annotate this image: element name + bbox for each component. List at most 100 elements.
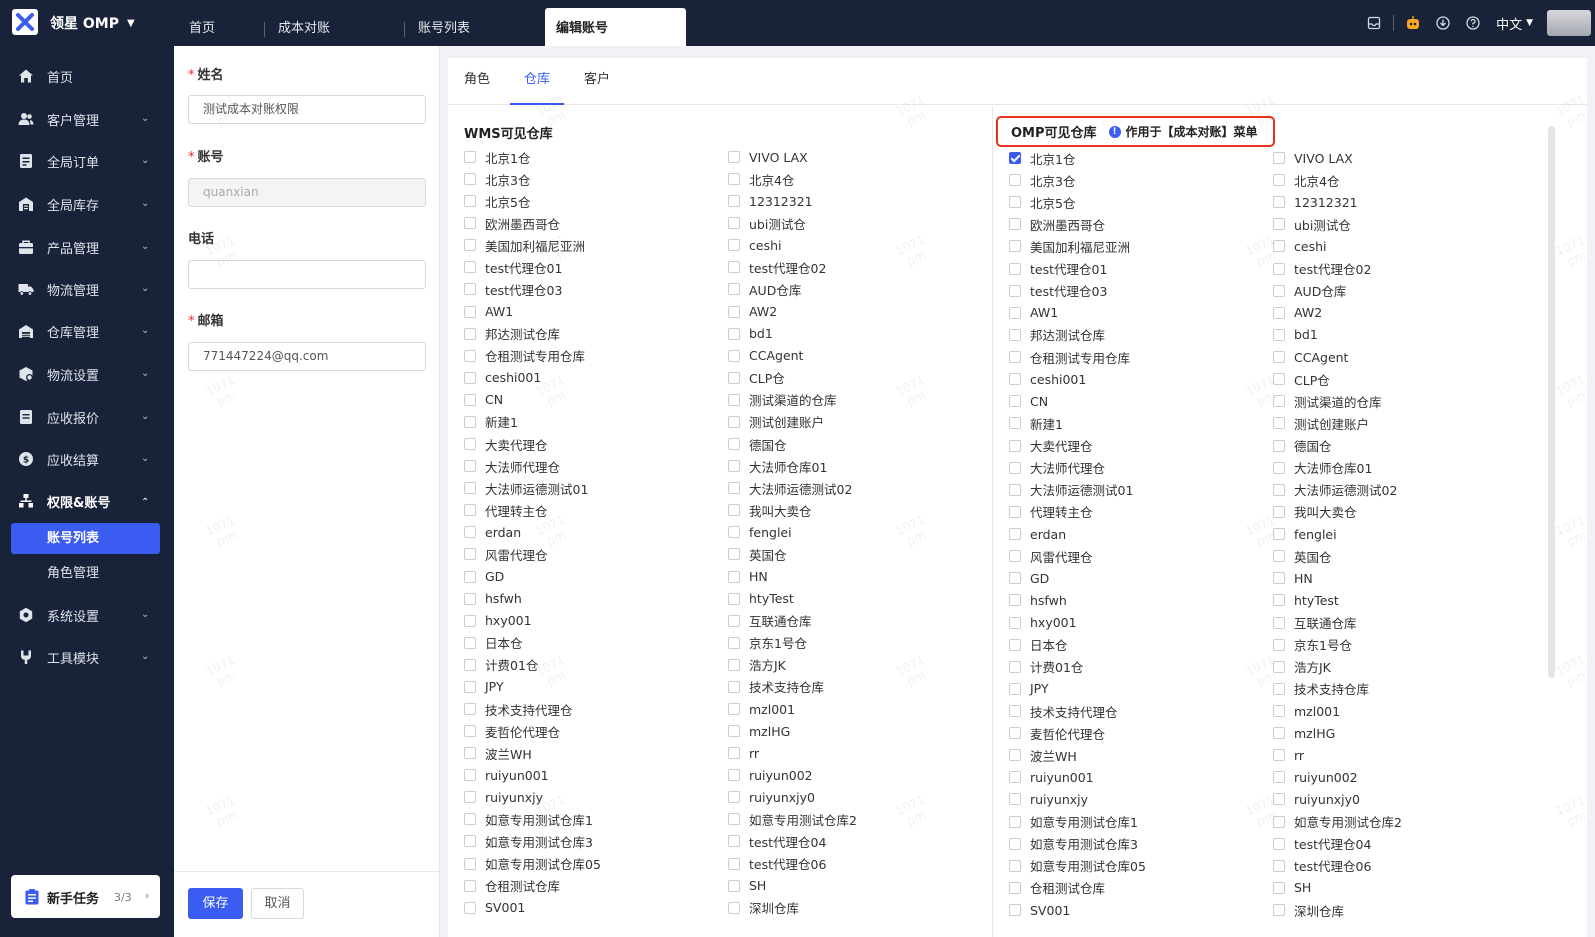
checkbox[interactable]: [728, 151, 740, 163]
omp-warehouse-option[interactable]: 北京3仓: [1009, 170, 1075, 190]
checkbox[interactable]: [464, 415, 476, 428]
checkbox[interactable]: [1273, 196, 1285, 209]
checkbox[interactable]: [464, 305, 476, 318]
checkbox[interactable]: [1273, 837, 1285, 850]
sidebar-item-logistics[interactable]: 物流管理 ⌄: [0, 271, 174, 307]
omp-warehouse-option[interactable]: CN: [1009, 391, 1048, 411]
wms-warehouse-option[interactable]: test代理仓06: [728, 854, 826, 874]
checkbox[interactable]: [1273, 594, 1285, 607]
checkbox[interactable]: [1009, 417, 1021, 430]
checkbox[interactable]: [728, 327, 740, 340]
checkbox[interactable]: [464, 438, 476, 451]
checkbox[interactable]: [1009, 682, 1021, 695]
omp-warehouse-option[interactable]: 欧洲墨西哥仓: [1009, 214, 1105, 234]
wms-warehouse-option[interactable]: fenglei: [728, 522, 792, 542]
checkbox[interactable]: [728, 283, 740, 296]
checkbox[interactable]: [1009, 859, 1021, 872]
checkbox[interactable]: [728, 747, 740, 760]
omp-warehouse-option[interactable]: test代理仓01: [1009, 259, 1107, 279]
wms-warehouse-option[interactable]: 深圳仓库: [728, 898, 799, 918]
omp-warehouse-option[interactable]: 大法师运德测试01: [1009, 480, 1133, 500]
wms-warehouse-option[interactable]: CCAgent: [728, 346, 803, 366]
checkbox[interactable]: [728, 482, 740, 495]
wms-warehouse-option[interactable]: 北京1仓: [464, 147, 530, 167]
checkbox[interactable]: [464, 526, 476, 539]
wms-warehouse-option[interactable]: 大法师仓库01: [728, 456, 827, 476]
wms-warehouse-option[interactable]: ruiyunxjy0: [728, 787, 815, 807]
checkbox[interactable]: [728, 835, 740, 848]
wms-warehouse-option[interactable]: 大法师代理仓: [464, 456, 560, 476]
wms-warehouse-option[interactable]: SH: [728, 876, 766, 896]
omp-warehouse-option[interactable]: fenglei: [1273, 524, 1337, 544]
checkbox[interactable]: [464, 747, 476, 760]
omp-warehouse-option[interactable]: 风雷代理仓: [1009, 546, 1093, 566]
checkbox[interactable]: [1273, 439, 1285, 452]
wms-warehouse-option[interactable]: 大法师运德测试02: [728, 478, 852, 498]
checkbox[interactable]: [1273, 705, 1285, 717]
checkbox[interactable]: [1009, 904, 1021, 917]
checkbox[interactable]: [1009, 594, 1021, 607]
tab-customer[interactable]: 客户: [584, 58, 610, 105]
checkbox[interactable]: [728, 217, 740, 230]
omp-warehouse-option[interactable]: mzl001: [1273, 701, 1340, 721]
omp-warehouse-option[interactable]: rr: [1273, 745, 1304, 765]
wms-warehouse-option[interactable]: 技术支持仓库: [728, 677, 824, 697]
omp-warehouse-option[interactable]: AW1: [1009, 303, 1058, 323]
wms-warehouse-option[interactable]: AW1: [464, 302, 513, 322]
checkbox[interactable]: [464, 614, 476, 627]
checkbox[interactable]: [1273, 505, 1285, 518]
checkbox[interactable]: [464, 592, 476, 605]
omp-warehouse-option[interactable]: SH: [1273, 878, 1311, 898]
omp-warehouse-option[interactable]: 英国仓: [1273, 546, 1332, 566]
checkbox[interactable]: [1009, 483, 1021, 496]
checkbox[interactable]: [464, 482, 476, 495]
checkbox[interactable]: [1273, 682, 1285, 695]
omp-warehouse-option[interactable]: 如意专用测试仓库05: [1009, 856, 1146, 876]
checkbox[interactable]: [728, 548, 740, 561]
omp-warehouse-option[interactable]: 技术支持仓库: [1273, 679, 1369, 699]
omp-warehouse-option[interactable]: 互联通仓库: [1273, 613, 1357, 633]
wms-warehouse-option[interactable]: 测试创建账户: [728, 412, 824, 432]
checkbox[interactable]: [728, 526, 740, 539]
checkbox[interactable]: [1273, 727, 1285, 740]
wms-warehouse-option[interactable]: CLP仓: [728, 368, 785, 388]
omp-warehouse-option[interactable]: test代理仓06: [1273, 856, 1371, 876]
checkbox[interactable]: [464, 173, 476, 186]
checkbox[interactable]: [464, 195, 476, 208]
checkbox[interactable]: [1009, 660, 1021, 673]
wms-warehouse-option[interactable]: mzlHG: [728, 721, 790, 741]
wms-warehouse-option[interactable]: ubi测试仓: [728, 213, 806, 233]
checkbox[interactable]: [464, 680, 476, 693]
omp-warehouse-option[interactable]: AW2: [1273, 303, 1322, 323]
checkbox[interactable]: [1009, 152, 1021, 164]
checkbox[interactable]: [464, 658, 476, 671]
scrollbar[interactable]: [1548, 126, 1555, 678]
checkbox[interactable]: [464, 393, 476, 406]
omp-warehouse-option[interactable]: ubi测试仓: [1273, 214, 1351, 234]
wms-warehouse-option[interactable]: 北京3仓: [464, 169, 530, 189]
language-switcher[interactable]: 中文 ▼: [1496, 14, 1533, 33]
checkbox[interactable]: [1273, 417, 1285, 430]
checkbox[interactable]: [1009, 793, 1021, 806]
checkbox[interactable]: [1273, 461, 1285, 474]
wms-warehouse-option[interactable]: hxy001: [464, 611, 532, 631]
omp-warehouse-option[interactable]: CCAgent: [1273, 347, 1348, 367]
omp-warehouse-option[interactable]: 仓租测试专用仓库: [1009, 347, 1130, 367]
checkbox[interactable]: [464, 636, 476, 649]
sidebar-item-receivable-settlement[interactable]: $ 应收结算 ⌄: [0, 441, 174, 477]
omp-warehouse-option[interactable]: 京东1号仓: [1273, 635, 1352, 655]
omp-warehouse-option[interactable]: 如意专用测试仓库1: [1009, 812, 1138, 832]
wms-warehouse-option[interactable]: 大卖代理仓: [464, 434, 548, 454]
sidebar-subitem-account-list[interactable]: 账号列表: [11, 523, 160, 554]
checkbox[interactable]: [728, 813, 740, 826]
checkbox[interactable]: [1009, 837, 1021, 850]
wms-warehouse-option[interactable]: 仓租测试仓库: [464, 876, 560, 896]
omp-warehouse-option[interactable]: 如意专用测试仓库3: [1009, 834, 1138, 854]
sidebar-item-receivable-quote[interactable]: 应收报价 ⌄: [0, 399, 174, 435]
checkbox[interactable]: [1009, 771, 1021, 784]
omp-warehouse-option[interactable]: bd1: [1273, 325, 1318, 345]
checkbox[interactable]: [1009, 572, 1021, 585]
omp-warehouse-option[interactable]: 测试渠道的仓库: [1273, 391, 1382, 411]
sidebar-subitem-role-management[interactable]: 角色管理: [11, 558, 160, 589]
omp-warehouse-option[interactable]: 我叫大卖仓: [1273, 502, 1357, 522]
